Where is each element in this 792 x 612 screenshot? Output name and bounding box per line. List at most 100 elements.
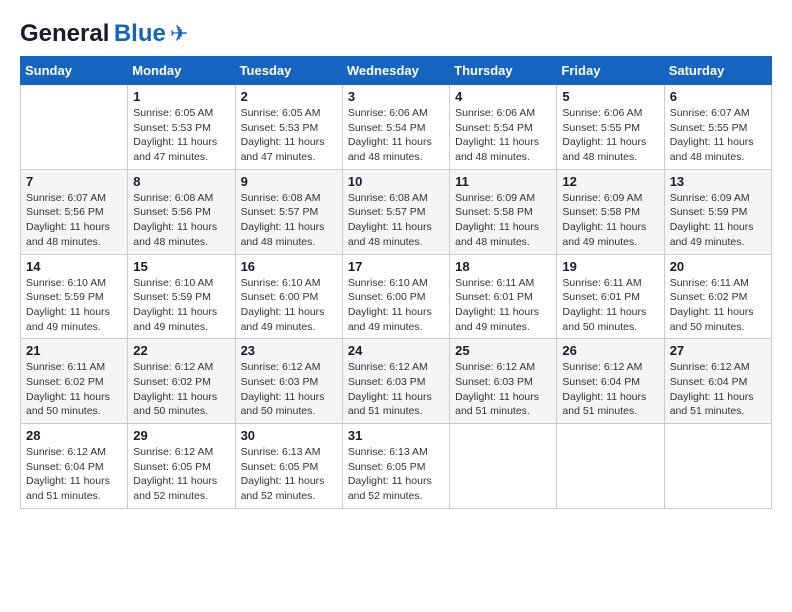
calendar-cell: 19 Sunrise: 6:11 AMSunset: 6:01 PMDayligh… [557,254,664,339]
calendar-cell: 2 Sunrise: 6:05 AMSunset: 5:53 PMDaylight… [235,85,342,170]
calendar-header: SundayMondayTuesdayWednesdayThursdayFrid… [21,57,772,85]
weekday-header: Friday [557,57,664,85]
day-number: 24 [348,343,444,358]
day-info: Sunrise: 6:13 AMSunset: 6:05 PMDaylight:… [348,445,444,504]
calendar-cell: 13 Sunrise: 6:09 AMSunset: 5:59 PMDayligh… [664,169,771,254]
day-number: 9 [241,174,337,189]
day-number: 22 [133,343,229,358]
day-number: 19 [562,259,658,274]
day-number: 4 [455,89,551,104]
day-info: Sunrise: 6:10 AMSunset: 5:59 PMDaylight:… [133,276,229,335]
day-info: Sunrise: 6:09 AMSunset: 5:58 PMDaylight:… [562,191,658,250]
calendar-cell: 8 Sunrise: 6:08 AMSunset: 5:56 PMDaylight… [128,169,235,254]
day-number: 7 [26,174,122,189]
calendar-cell: 29 Sunrise: 6:12 AMSunset: 6:05 PMDayligh… [128,424,235,509]
calendar-week-row: 14 Sunrise: 6:10 AMSunset: 5:59 PMDayligh… [21,254,772,339]
day-info: Sunrise: 6:12 AMSunset: 6:03 PMDaylight:… [455,360,551,419]
day-info: Sunrise: 6:05 AMSunset: 5:53 PMDaylight:… [133,106,229,165]
day-number: 31 [348,428,444,443]
day-info: Sunrise: 6:08 AMSunset: 5:57 PMDaylight:… [348,191,444,250]
calendar-cell: 20 Sunrise: 6:11 AMSunset: 6:02 PMDayligh… [664,254,771,339]
day-info: Sunrise: 6:08 AMSunset: 5:56 PMDaylight:… [133,191,229,250]
day-info: Sunrise: 6:10 AMSunset: 5:59 PMDaylight:… [26,276,122,335]
calendar-cell [664,424,771,509]
day-number: 16 [241,259,337,274]
calendar-cell: 4 Sunrise: 6:06 AMSunset: 5:54 PMDaylight… [450,85,557,170]
calendar-cell: 14 Sunrise: 6:10 AMSunset: 5:59 PMDayligh… [21,254,128,339]
day-info: Sunrise: 6:09 AMSunset: 5:58 PMDaylight:… [455,191,551,250]
day-number: 26 [562,343,658,358]
calendar-cell [450,424,557,509]
calendar-cell: 28Sunrise: 6:12 AMSunset: 6:04 PMDayligh… [21,424,128,509]
day-number: 29 [133,428,229,443]
day-info: Sunrise: 6:06 AMSunset: 5:54 PMDaylight:… [455,106,551,165]
day-info: Sunrise: 6:12 AMSunset: 6:05 PMDaylight:… [133,445,229,504]
calendar-cell: 21 Sunrise: 6:11 AMSunset: 6:02 PMDayligh… [21,339,128,424]
day-info: Sunrise: 6:06 AMSunset: 5:54 PMDaylight:… [348,106,444,165]
day-info: Sunrise: 6:12 AMSunset: 6:04 PMDaylight:… [670,360,766,419]
calendar-cell: 25 Sunrise: 6:12 AMSunset: 6:03 PMDayligh… [450,339,557,424]
calendar-cell: 23 Sunrise: 6:12 AMSunset: 6:03 PMDayligh… [235,339,342,424]
day-number: 11 [455,174,551,189]
calendar-cell: 6Sunrise: 6:07 AMSunset: 5:55 PMDaylight… [664,85,771,170]
day-number: 2 [241,89,337,104]
weekday-header: Saturday [664,57,771,85]
weekday-header: Tuesday [235,57,342,85]
calendar-cell: 7Sunrise: 6:07 AMSunset: 5:56 PMDaylight… [21,169,128,254]
logo-bird-icon: ✈ [170,21,188,47]
weekday-header: Thursday [450,57,557,85]
calendar-cell: 11 Sunrise: 6:09 AMSunset: 5:58 PMDayligh… [450,169,557,254]
day-number: 23 [241,343,337,358]
day-info: Sunrise: 6:13 AMSunset: 6:05 PMDaylight:… [241,445,337,504]
page-header: General Blue ✈ [20,20,772,48]
calendar-cell: 5 Sunrise: 6:06 AMSunset: 5:55 PMDaylight… [557,85,664,170]
day-info: Sunrise: 6:11 AMSunset: 6:02 PMDaylight:… [670,276,766,335]
day-number: 18 [455,259,551,274]
day-number: 15 [133,259,229,274]
day-number: 25 [455,343,551,358]
day-number: 13 [670,174,766,189]
day-info: Sunrise: 6:09 AMSunset: 5:59 PMDaylight:… [670,191,766,250]
weekday-header: Monday [128,57,235,85]
calendar-cell: 17Sunrise: 6:10 AMSunset: 6:00 PMDayligh… [342,254,449,339]
calendar-cell: 24 Sunrise: 6:12 AMSunset: 6:03 PMDayligh… [342,339,449,424]
day-number: 1 [133,89,229,104]
day-number: 12 [562,174,658,189]
calendar-cell: 10Sunrise: 6:08 AMSunset: 5:57 PMDayligh… [342,169,449,254]
day-number: 27 [670,343,766,358]
calendar-cell: 1 Sunrise: 6:05 AMSunset: 5:53 PMDaylight… [128,85,235,170]
calendar-cell: 31 Sunrise: 6:13 AMSunset: 6:05 PMDayligh… [342,424,449,509]
day-number: 8 [133,174,229,189]
day-info: Sunrise: 6:10 AMSunset: 6:00 PMDaylight:… [241,276,337,335]
calendar-cell [557,424,664,509]
calendar-cell [21,85,128,170]
day-number: 21 [26,343,122,358]
day-number: 5 [562,89,658,104]
calendar-cell: 27 Sunrise: 6:12 AMSunset: 6:04 PMDayligh… [664,339,771,424]
day-info: Sunrise: 6:12 AMSunset: 6:03 PMDaylight:… [241,360,337,419]
day-info: Sunrise: 6:12 AMSunset: 6:04 PMDaylight:… [26,445,122,504]
day-info: Sunrise: 6:11 AMSunset: 6:01 PMDaylight:… [562,276,658,335]
day-number: 30 [241,428,337,443]
day-info: Sunrise: 6:10 AMSunset: 6:00 PMDaylight:… [348,276,444,335]
day-number: 14 [26,259,122,274]
day-info: Sunrise: 6:05 AMSunset: 5:53 PMDaylight:… [241,106,337,165]
calendar-cell: 16 Sunrise: 6:10 AMSunset: 6:00 PMDayligh… [235,254,342,339]
weekday-header: Wednesday [342,57,449,85]
calendar-week-row: 7Sunrise: 6:07 AMSunset: 5:56 PMDaylight… [21,169,772,254]
calendar-week-row: 21 Sunrise: 6:11 AMSunset: 6:02 PMDayligh… [21,339,772,424]
day-info: Sunrise: 6:07 AMSunset: 5:55 PMDaylight:… [670,106,766,165]
day-info: Sunrise: 6:12 AMSunset: 6:03 PMDaylight:… [348,360,444,419]
day-info: Sunrise: 6:06 AMSunset: 5:55 PMDaylight:… [562,106,658,165]
weekday-header: Sunday [21,57,128,85]
calendar-cell: 26Sunrise: 6:12 AMSunset: 6:04 PMDayligh… [557,339,664,424]
calendar-cell: 9 Sunrise: 6:08 AMSunset: 5:57 PMDaylight… [235,169,342,254]
day-number: 3 [348,89,444,104]
day-info: Sunrise: 6:11 AMSunset: 6:02 PMDaylight:… [26,360,122,419]
day-info: Sunrise: 6:11 AMSunset: 6:01 PMDaylight:… [455,276,551,335]
calendar-cell: 15 Sunrise: 6:10 AMSunset: 5:59 PMDayligh… [128,254,235,339]
calendar-week-row: 28Sunrise: 6:12 AMSunset: 6:04 PMDayligh… [21,424,772,509]
day-number: 20 [670,259,766,274]
calendar-cell: 22Sunrise: 6:12 AMSunset: 6:02 PMDayligh… [128,339,235,424]
day-info: Sunrise: 6:08 AMSunset: 5:57 PMDaylight:… [241,191,337,250]
